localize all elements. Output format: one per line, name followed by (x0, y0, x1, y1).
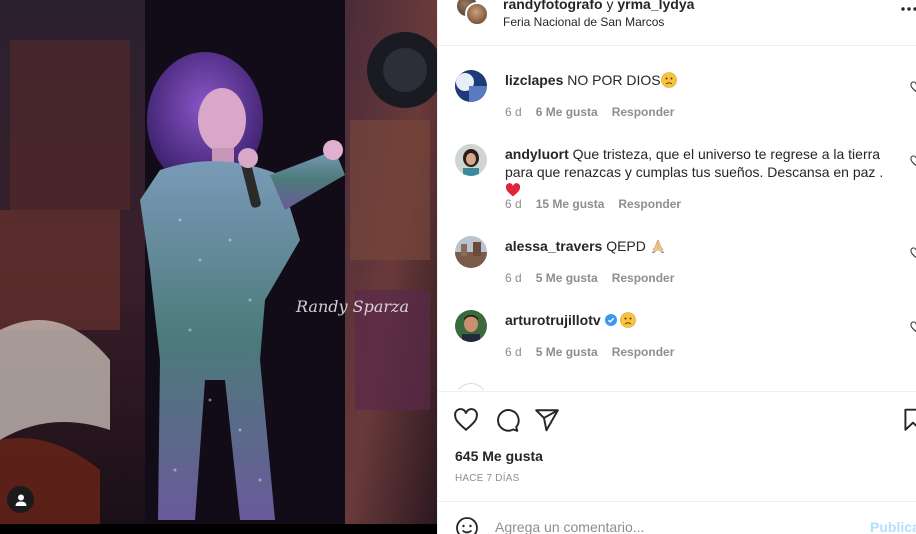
comment-time[interactable]: 6 d (505, 197, 522, 211)
verified-badge-icon (604, 314, 617, 326)
comment-text: arturotrujillotv (505, 311, 895, 329)
comment-likes[interactable]: 15 Me gusta (536, 197, 605, 211)
smiley-icon (456, 517, 478, 534)
heart-icon (454, 408, 478, 432)
post-authors: randyfotografo y yrma_lydya (503, 0, 694, 12)
author-link[interactable]: yrma_lydya (617, 0, 694, 12)
sad-face-emoji-icon (620, 312, 637, 328)
comment-time[interactable]: 6 d (505, 271, 522, 285)
share-button[interactable] (534, 407, 560, 433)
avatar[interactable] (455, 310, 487, 342)
more-options-button[interactable] (899, 2, 916, 16)
comment-like-button[interactable] (910, 320, 916, 333)
comment-likes[interactable]: 5 Me gusta (536, 271, 598, 285)
comment-text: andyluort Que tristeza, que el universo … (505, 145, 895, 199)
post-actions: 645 Me gusta HACE 7 DÍAS (438, 391, 916, 501)
avatar[interactable] (455, 144, 487, 176)
comment-likes[interactable]: 6 Me gusta (536, 105, 598, 119)
comment-text: lizclapes NO POR DIOS (505, 71, 895, 89)
save-button[interactable] (900, 407, 916, 433)
add-comment-bar: Publicar (438, 501, 916, 534)
comment-meta: 6 d 15 Me gusta Responder (505, 197, 695, 211)
praying-hands-emoji-icon (651, 239, 664, 253)
comments-list[interactable]: lizclapes NO POR DIOS 6 d 6 Me gusta Respo… (438, 47, 916, 390)
comment-button[interactable] (494, 407, 520, 433)
post-timestamp[interactable]: HACE 7 DÍAS (455, 473, 519, 484)
comment-like-button[interactable] (910, 154, 916, 167)
reply-button[interactable]: Responder (612, 271, 675, 285)
reply-button[interactable]: Responder (612, 105, 675, 119)
like-button[interactable] (453, 407, 479, 433)
avatar[interactable] (465, 2, 489, 26)
paper-plane-icon (535, 409, 559, 432)
comment-username[interactable]: andyluort (505, 146, 569, 162)
emoji-picker-button[interactable] (455, 516, 479, 534)
reply-button[interactable]: Responder (618, 197, 681, 211)
authors-joiner: y (602, 0, 618, 12)
more-horizontal-icon (901, 7, 916, 11)
author-link[interactable]: randyfotografo (503, 0, 603, 12)
comment-time[interactable]: 6 d (505, 105, 522, 119)
comment-username[interactable]: alessa_travers (505, 238, 602, 254)
heart-outline-icon (910, 247, 916, 259)
avatar[interactable] (455, 70, 487, 102)
comment-text: alessa_travers QEPD (505, 237, 895, 255)
likes-count[interactable]: 645 Me gusta (455, 448, 543, 464)
heart-outline-icon (910, 81, 916, 93)
comment-message: QEPD (606, 238, 646, 254)
tagged-users-button[interactable] (7, 486, 34, 513)
red-heart-emoji-icon (505, 183, 521, 197)
photo-watermark: Randy Sparza (295, 297, 409, 316)
photo-bottom-strip (0, 524, 437, 534)
user-icon (15, 494, 26, 506)
comment-input[interactable] (495, 517, 855, 534)
comment-time[interactable]: 6 d (505, 345, 522, 359)
comment-likes[interactable]: 5 Me gusta (536, 345, 598, 359)
comment-meta: 6 d 5 Me gusta Responder (505, 345, 688, 359)
sad-face-emoji-icon (660, 72, 677, 88)
comment-meta: 6 d 5 Me gusta Responder (505, 271, 688, 285)
bookmark-icon (904, 408, 916, 431)
collab-avatars[interactable] (455, 0, 489, 28)
comment-username[interactable]: lizclapes (505, 72, 563, 88)
avatar[interactable] (455, 383, 487, 390)
reply-button[interactable]: Responder (612, 345, 675, 359)
comment-bubble-icon (497, 409, 520, 432)
post-comment-button[interactable]: Publicar (870, 519, 916, 534)
comment-meta: 6 d 6 Me gusta Responder (505, 105, 688, 119)
post-photo: Randy Sparza (0, 0, 437, 534)
post-header: randyfotografo y yrma_lydya Feria Nacion… (438, 0, 916, 46)
location-link[interactable]: Feria Nacional de San Marcos (503, 15, 664, 29)
comment-username[interactable]: arturotrujillotv (505, 312, 601, 328)
avatar[interactable] (455, 236, 487, 268)
post-side-panel: randyfotografo y yrma_lydya Feria Nacion… (437, 0, 916, 534)
comment-message: NO POR DIOS (567, 72, 661, 88)
comment-like-button[interactable] (910, 246, 916, 259)
heart-outline-icon (910, 155, 916, 167)
comment-like-button[interactable] (910, 80, 916, 93)
heart-outline-icon (910, 321, 916, 333)
post-photo-pane: Randy Sparza (0, 0, 437, 534)
